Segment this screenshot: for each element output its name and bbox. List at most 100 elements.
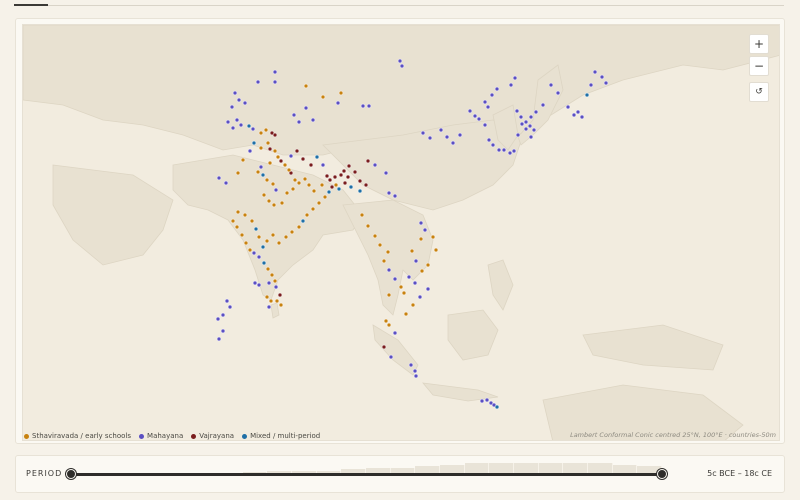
site-marker[interactable] bbox=[409, 248, 415, 254]
site-marker[interactable] bbox=[264, 238, 270, 244]
site-marker[interactable] bbox=[227, 304, 233, 310]
site-marker[interactable] bbox=[372, 233, 378, 239]
site-marker[interactable] bbox=[352, 169, 358, 175]
site-marker[interactable] bbox=[444, 134, 450, 140]
site-marker[interactable] bbox=[418, 220, 424, 226]
site-marker[interactable] bbox=[467, 108, 473, 114]
site-marker[interactable] bbox=[599, 74, 605, 80]
site-marker[interactable] bbox=[261, 192, 267, 198]
site-marker[interactable] bbox=[300, 218, 306, 224]
site-marker[interactable] bbox=[336, 186, 342, 192]
site-marker[interactable] bbox=[413, 373, 419, 379]
site-marker[interactable] bbox=[272, 69, 278, 75]
site-marker[interactable] bbox=[565, 104, 571, 110]
site-marker[interactable] bbox=[278, 302, 284, 308]
site-marker[interactable] bbox=[381, 344, 387, 350]
site-marker[interactable] bbox=[296, 180, 302, 186]
site-marker[interactable] bbox=[528, 134, 534, 140]
site-marker[interactable] bbox=[220, 328, 226, 334]
site-marker[interactable] bbox=[413, 258, 419, 264]
site-marker[interactable] bbox=[372, 162, 378, 168]
site-marker[interactable] bbox=[220, 312, 226, 318]
site-marker[interactable] bbox=[433, 247, 439, 253]
site-marker[interactable] bbox=[603, 80, 609, 86]
site-marker[interactable] bbox=[485, 104, 491, 110]
site-marker[interactable] bbox=[286, 167, 292, 173]
site-marker[interactable] bbox=[540, 102, 546, 108]
site-marker[interactable] bbox=[386, 292, 392, 298]
site-marker[interactable] bbox=[296, 119, 302, 125]
site-marker[interactable] bbox=[263, 127, 269, 133]
site-marker[interactable] bbox=[496, 147, 502, 153]
site-marker[interactable] bbox=[381, 258, 387, 264]
site-marker[interactable] bbox=[243, 240, 249, 246]
site-marker[interactable] bbox=[320, 162, 326, 168]
site-marker[interactable] bbox=[360, 103, 366, 109]
site-marker[interactable] bbox=[258, 145, 264, 151]
site-marker[interactable] bbox=[256, 254, 262, 260]
site-marker[interactable] bbox=[278, 158, 284, 164]
period-end-handle[interactable] bbox=[657, 469, 667, 479]
site-marker[interactable] bbox=[300, 156, 306, 162]
site-marker[interactable] bbox=[406, 274, 412, 280]
site-marker[interactable] bbox=[507, 150, 513, 156]
site-marker[interactable] bbox=[266, 304, 272, 310]
site-marker[interactable] bbox=[271, 202, 277, 208]
site-marker[interactable] bbox=[335, 100, 341, 106]
site-marker[interactable] bbox=[575, 109, 581, 115]
site-marker[interactable] bbox=[329, 184, 335, 190]
reset-view-button[interactable]: ↺ bbox=[749, 82, 769, 102]
site-marker[interactable] bbox=[268, 298, 274, 304]
site-marker[interactable] bbox=[383, 318, 389, 324]
site-marker[interactable] bbox=[338, 172, 344, 178]
zoom-out-button[interactable]: − bbox=[749, 56, 769, 76]
site-marker[interactable] bbox=[457, 132, 463, 138]
site-marker[interactable] bbox=[397, 58, 403, 64]
period-range-track[interactable] bbox=[70, 473, 662, 476]
site-marker[interactable] bbox=[357, 188, 363, 194]
site-marker[interactable] bbox=[422, 227, 428, 233]
site-marker[interactable] bbox=[486, 137, 492, 143]
site-marker[interactable] bbox=[412, 280, 418, 286]
site-marker[interactable] bbox=[265, 266, 271, 272]
site-marker[interactable] bbox=[272, 278, 278, 284]
site-marker[interactable] bbox=[251, 140, 257, 146]
site-marker[interactable] bbox=[476, 116, 482, 122]
site-marker[interactable] bbox=[240, 157, 246, 163]
site-marker[interactable] bbox=[399, 63, 405, 69]
site-marker[interactable] bbox=[276, 240, 282, 246]
site-marker[interactable] bbox=[489, 92, 495, 98]
site-marker[interactable] bbox=[417, 294, 423, 300]
site-marker[interactable] bbox=[514, 108, 520, 114]
site-marker[interactable] bbox=[512, 75, 518, 81]
site-marker[interactable] bbox=[383, 170, 389, 176]
site-marker[interactable] bbox=[269, 272, 275, 278]
site-marker[interactable] bbox=[264, 177, 270, 183]
site-marker[interactable] bbox=[528, 114, 534, 120]
site-marker[interactable] bbox=[420, 130, 426, 136]
site-marker[interactable] bbox=[482, 122, 488, 128]
site-marker[interactable] bbox=[216, 336, 222, 342]
site-marker[interactable] bbox=[365, 223, 371, 229]
site-marker[interactable] bbox=[341, 168, 347, 174]
site-marker[interactable] bbox=[294, 148, 300, 154]
site-marker[interactable] bbox=[277, 292, 283, 298]
site-marker[interactable] bbox=[425, 262, 431, 268]
site-marker[interactable] bbox=[579, 114, 585, 120]
site-marker[interactable] bbox=[239, 232, 245, 238]
site-marker[interactable] bbox=[346, 163, 352, 169]
site-marker[interactable] bbox=[267, 160, 273, 166]
site-marker[interactable] bbox=[501, 147, 507, 153]
site-marker[interactable] bbox=[494, 404, 500, 410]
site-marker[interactable] bbox=[275, 154, 281, 160]
site-marker[interactable] bbox=[519, 121, 525, 127]
site-marker[interactable] bbox=[511, 148, 517, 154]
site-marker[interactable] bbox=[282, 162, 288, 168]
site-marker[interactable] bbox=[365, 158, 371, 164]
site-marker[interactable] bbox=[253, 226, 259, 232]
site-marker[interactable] bbox=[388, 354, 394, 360]
site-marker[interactable] bbox=[272, 148, 278, 154]
site-marker[interactable] bbox=[242, 100, 248, 106]
zoom-in-button[interactable]: + bbox=[749, 34, 769, 54]
site-marker[interactable] bbox=[357, 178, 363, 184]
